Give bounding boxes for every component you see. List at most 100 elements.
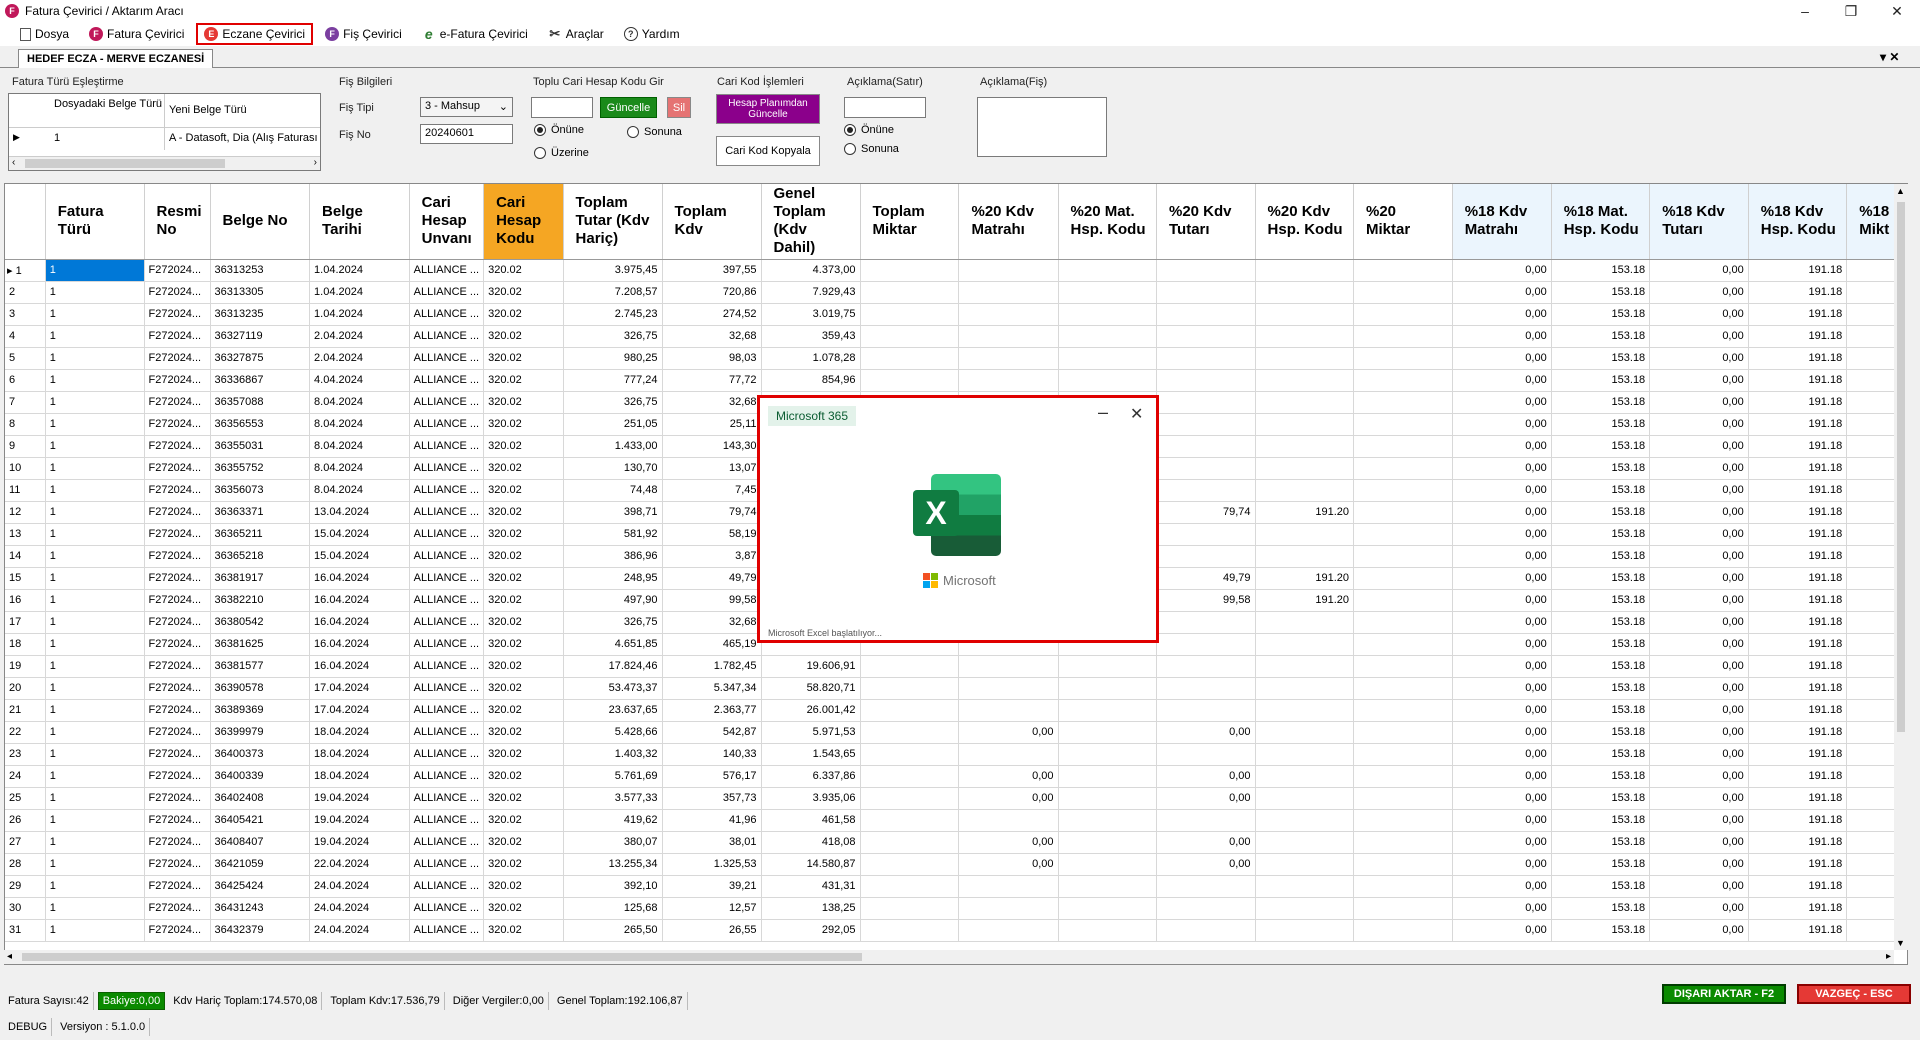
table-cell[interactable]: 320.02 <box>483 457 564 480</box>
table-cell[interactable]: 19.04.2024 <box>309 787 410 810</box>
table-cell[interactable] <box>1156 919 1256 942</box>
table-cell[interactable]: 0,00 <box>1452 831 1552 854</box>
table-cell[interactable]: 1 <box>45 391 145 414</box>
table-cell[interactable]: 191.18 <box>1748 787 1848 810</box>
table-cell[interactable]: 0,00 <box>1649 589 1749 612</box>
table-cell[interactable]: 320.02 <box>483 369 564 392</box>
table-cell[interactable]: 17.04.2024 <box>309 699 410 722</box>
table-cell[interactable]: 19.04.2024 <box>309 831 410 854</box>
table-cell[interactable] <box>1255 677 1355 700</box>
column-header[interactable]: Resmi No <box>144 184 211 260</box>
table-cell[interactable] <box>1353 347 1453 370</box>
table-cell[interactable]: 191.18 <box>1748 479 1848 502</box>
table-cell[interactable]: 4.651,85 <box>563 633 663 656</box>
table-cell[interactable]: 191.18 <box>1748 435 1848 458</box>
table-row[interactable]: 28 1 F272024... 36421059 22.04.2024 ALLIANCE … <box>5 853 1907 876</box>
table-cell[interactable] <box>1156 545 1256 568</box>
table-cell[interactable]: 0,00 <box>1452 611 1552 634</box>
table-cell[interactable] <box>860 369 960 392</box>
table-cell[interactable] <box>1255 875 1355 898</box>
table-cell[interactable]: 153.18 <box>1551 677 1651 700</box>
table-cell[interactable]: 1 <box>45 633 145 656</box>
table-cell[interactable]: 0,00 <box>1452 655 1552 678</box>
table-cell[interactable]: F272024... <box>144 677 211 700</box>
table-cell[interactable] <box>1058 853 1157 876</box>
table-cell[interactable]: 0,00 <box>1452 853 1552 876</box>
table-cell[interactable]: 1 <box>45 765 145 788</box>
table-cell[interactable]: ALLIANCE ... <box>409 919 485 942</box>
table-cell[interactable]: 153.18 <box>1551 853 1651 876</box>
table-cell[interactable]: 8.04.2024 <box>309 391 410 414</box>
table-cell[interactable]: 0,00 <box>958 721 1059 744</box>
table-cell[interactable]: 36402408 <box>210 787 311 810</box>
table-cell[interactable]: 191.18 <box>1748 831 1848 854</box>
table-cell[interactable] <box>1255 743 1355 766</box>
table-cell[interactable]: 153.18 <box>1551 435 1651 458</box>
table-cell[interactable]: 0,00 <box>1649 765 1749 788</box>
table-cell[interactable]: 0,00 <box>1649 831 1749 854</box>
table-cell[interactable]: 0,00 <box>1452 589 1552 612</box>
table-cell[interactable]: 36313235 <box>210 303 311 326</box>
table-cell[interactable] <box>1353 281 1453 304</box>
table-cell[interactable] <box>860 853 960 876</box>
table-cell[interactable] <box>1058 259 1157 282</box>
table-row[interactable]: 22 1 F272024... 36399979 18.04.2024 ALLIANCE … <box>5 721 1907 744</box>
table-cell[interactable]: 153.18 <box>1551 655 1651 678</box>
table-cell[interactable]: 0,00 <box>1452 545 1552 568</box>
table-cell[interactable]: F272024... <box>144 787 211 810</box>
table-cell[interactable] <box>1058 281 1157 304</box>
table-cell[interactable]: ALLIANCE ... <box>409 369 485 392</box>
table-cell[interactable] <box>1353 809 1453 832</box>
table-cell[interactable]: F272024... <box>144 545 211 568</box>
h-scrollbar[interactable]: ◂ ▸ <box>4 950 1894 964</box>
table-cell[interactable]: 320.02 <box>483 875 564 898</box>
cancel-button[interactable]: VAZGEÇ - ESC <box>1797 984 1911 1004</box>
table-cell[interactable] <box>1353 435 1453 458</box>
table-cell[interactable] <box>1353 633 1453 656</box>
table-cell[interactable]: 0,00 <box>958 765 1059 788</box>
table-cell[interactable] <box>1353 787 1453 810</box>
table-cell[interactable] <box>860 677 960 700</box>
table-cell[interactable]: 3.577,33 <box>563 787 663 810</box>
table-cell[interactable] <box>1156 303 1256 326</box>
table-cell[interactable] <box>1156 347 1256 370</box>
table-cell[interactable]: 0,00 <box>1649 523 1749 546</box>
table-cell[interactable]: 0,00 <box>1452 259 1552 282</box>
table-cell[interactable]: 320.02 <box>483 281 564 304</box>
table-cell[interactable]: 153.18 <box>1551 787 1651 810</box>
fis-tipi-select[interactable]: 3 - Mahsup ⌄ <box>420 97 513 117</box>
table-cell[interactable]: 153.18 <box>1551 545 1651 568</box>
table-cell[interactable]: 2.363,77 <box>662 699 762 722</box>
column-header[interactable]: %20 Kdv Tutarı <box>1156 184 1256 260</box>
column-header[interactable]: Belge No <box>210 184 311 260</box>
table-cell[interactable]: 854,96 <box>761 369 861 392</box>
table-cell[interactable]: 153.18 <box>1551 501 1651 524</box>
table-cell[interactable]: 542,87 <box>662 721 762 744</box>
radio-onune[interactable]: Önüne <box>534 124 584 136</box>
table-cell[interactable]: 153.18 <box>1551 743 1651 766</box>
table-cell[interactable]: 36400373 <box>210 743 311 766</box>
table-cell[interactable]: 24.04.2024 <box>309 919 410 942</box>
table-cell[interactable]: F272024... <box>144 501 211 524</box>
table-cell[interactable]: ALLIANCE ... <box>409 655 485 678</box>
table-cell[interactable] <box>958 919 1059 942</box>
table-cell[interactable]: 143,30 <box>662 435 762 458</box>
table-cell[interactable]: 153.18 <box>1551 809 1651 832</box>
table-cell[interactable]: 4.373,00 <box>761 259 861 282</box>
table-cell[interactable]: 0,00 <box>958 831 1059 854</box>
table-cell[interactable] <box>1156 743 1256 766</box>
table-cell[interactable]: 461,58 <box>761 809 861 832</box>
table-cell[interactable]: 26.001,42 <box>761 699 861 722</box>
table-cell[interactable]: 320.02 <box>483 479 564 502</box>
table-cell[interactable]: 153.18 <box>1551 611 1651 634</box>
table-cell[interactable]: ALLIANCE ... <box>409 259 485 282</box>
table-cell[interactable]: 320.02 <box>483 787 564 810</box>
table-cell[interactable] <box>1156 391 1256 414</box>
table-cell[interactable]: F272024... <box>144 281 211 304</box>
table-cell[interactable]: 0,00 <box>1452 391 1552 414</box>
table-cell[interactable]: 1 <box>45 413 145 436</box>
table-cell[interactable]: 0,00 <box>1452 281 1552 304</box>
table-cell[interactable]: 153.18 <box>1551 699 1651 722</box>
table-cell[interactable] <box>1058 875 1157 898</box>
table-cell[interactable] <box>958 369 1059 392</box>
